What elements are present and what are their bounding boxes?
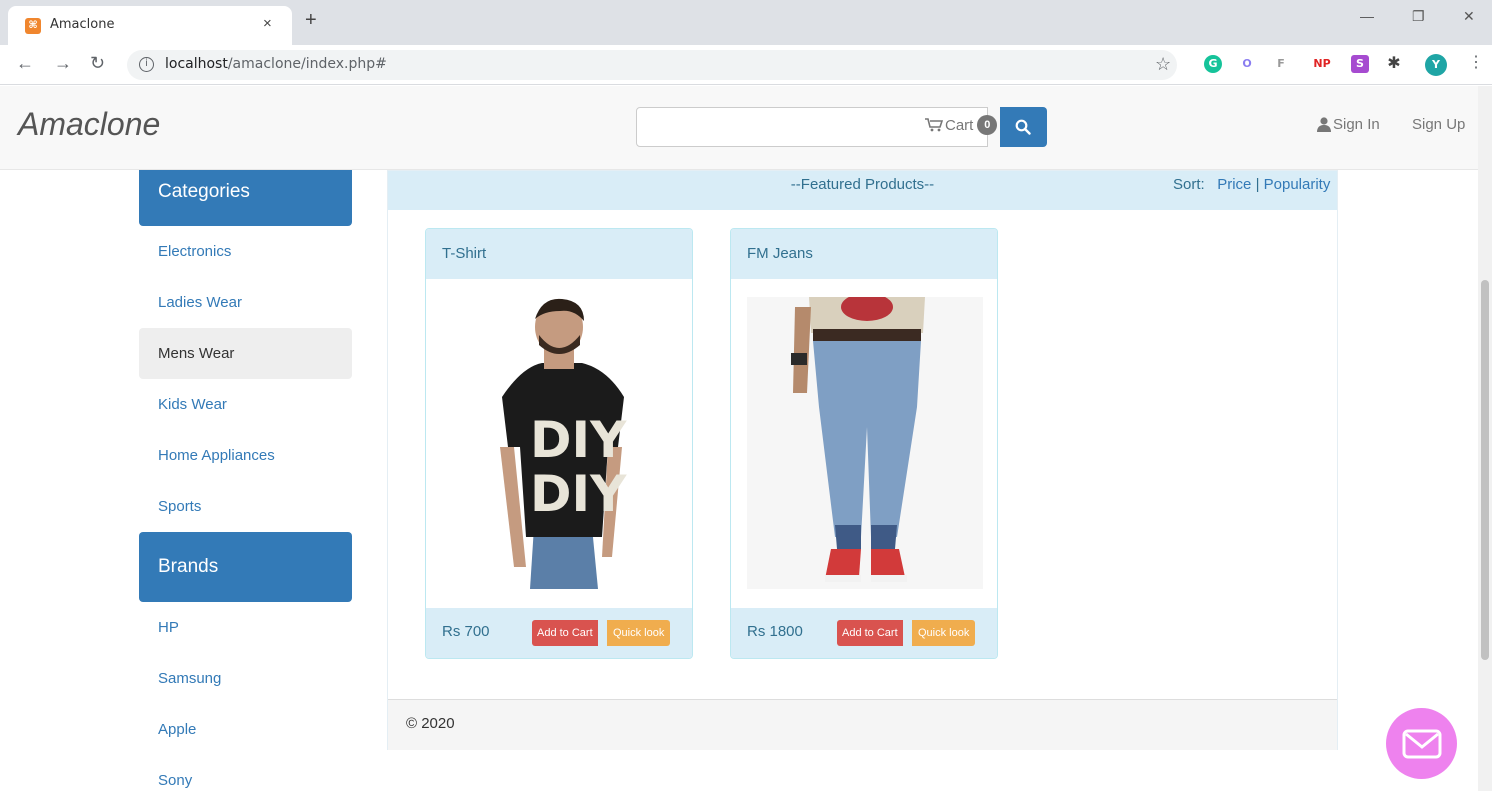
new-tab-button[interactable]: + [305, 10, 317, 30]
brands-header: Brands [139, 532, 352, 602]
product-image-jeans[interactable] [747, 297, 983, 589]
product-name: FM Jeans [731, 229, 997, 279]
sidebar-item-home-appliances[interactable]: Home Appliances [139, 430, 352, 481]
svg-text:DIY: DIY [530, 465, 627, 523]
np-extension-icon[interactable]: NP [1310, 55, 1334, 73]
copyright-text: © 2020 [406, 715, 455, 732]
address-bar[interactable]: i localhost/amaclone/index.php# ☆ [127, 50, 1177, 80]
sidebar-item-apple[interactable]: Apple [139, 704, 352, 755]
product-card: FM Jeans Rs 1800 Add to Cart Quick look [730, 228, 998, 659]
profile-avatar[interactable]: Y [1425, 54, 1447, 76]
product-footer: Rs 700 Add to Cart Quick look [426, 608, 692, 658]
close-tab-icon[interactable]: × [263, 15, 272, 32]
search-icon [1015, 119, 1031, 135]
sort-popularity-link[interactable]: Popularity [1264, 176, 1331, 193]
browser-toolbar: ← → ↻ i localhost/amaclone/index.php# ☆ … [0, 45, 1492, 85]
flag-extension-icon[interactable]: F [1272, 55, 1290, 73]
signin-label: Sign In [1333, 116, 1380, 133]
forward-arrow-icon[interactable]: → [54, 53, 72, 73]
cart-icon [925, 118, 943, 132]
mail-icon [1402, 729, 1442, 759]
info-icon[interactable]: i [139, 57, 154, 72]
url-path: /amaclone/index.php# [227, 56, 387, 72]
product-image-tshirt[interactable]: DIY DIY [442, 297, 678, 589]
categories-header: Categories [139, 170, 352, 226]
panel-footer: © 2020 [388, 699, 1337, 750]
ring-extension-icon[interactable]: O [1238, 55, 1256, 73]
sidebar-item-sports[interactable]: Sports [139, 481, 352, 532]
s-extension-icon[interactable]: S [1351, 55, 1369, 73]
sort-price-link[interactable]: Price [1217, 176, 1251, 193]
product-card: T-Shirt DIY DIY Rs 700 Add to Cart Quick… [425, 228, 693, 659]
sidebar-item-hp[interactable]: HP [139, 602, 352, 653]
product-price: Rs 700 [442, 623, 490, 640]
back-arrow-icon[interactable]: ← [16, 53, 34, 73]
sort-label: Sort: [1173, 176, 1205, 193]
search-button[interactable] [1000, 107, 1047, 147]
add-to-cart-button[interactable]: Add to Cart [837, 620, 903, 646]
close-window-icon[interactable]: ✕ [1463, 8, 1475, 25]
quick-look-button[interactable]: Quick look [912, 620, 976, 646]
bookmark-star-icon[interactable]: ☆ [1155, 54, 1171, 75]
cart-count-badge: 0 [977, 115, 998, 135]
page-scrollbar[interactable] [1478, 86, 1492, 791]
chat-button[interactable] [1386, 708, 1457, 779]
product-price: Rs 1800 [747, 623, 803, 640]
add-to-cart-button[interactable]: Add to Cart [532, 620, 598, 646]
url-host: localhost [165, 56, 228, 72]
svg-text:DIY: DIY [530, 411, 627, 469]
minimize-icon[interactable]: — [1360, 8, 1374, 24]
sort-controls: Sort: Price | Popularity [1173, 176, 1330, 193]
user-icon [1317, 117, 1331, 132]
sidebar: Categories Electronics Ladies Wear Mens … [139, 170, 352, 791]
browser-tab-strip: ⌘ Amaclone × + — ❐ ✕ [0, 0, 1492, 45]
featured-products-panel: --Featured Products-- Sort: Price | Popu… [387, 170, 1338, 750]
quick-look-button[interactable]: Quick look [607, 620, 671, 646]
jeans-model-image [747, 297, 983, 589]
grammarly-extension-icon[interactable]: G [1204, 55, 1222, 73]
sidebar-item-mens-wear[interactable]: Mens Wear [139, 328, 352, 379]
restore-icon[interactable]: ❐ [1412, 8, 1425, 25]
sidebar-item-ladies-wear[interactable]: Ladies Wear [139, 277, 352, 328]
browser-tab[interactable]: ⌘ Amaclone × [8, 6, 292, 45]
url-text[interactable]: localhost/amaclone/index.php# [165, 56, 387, 72]
tshirt-model-image: DIY DIY [442, 297, 678, 589]
sort-separator: | [1255, 176, 1260, 193]
cart-label: Cart [945, 116, 974, 134]
browser-menu-icon[interactable]: ⋮ [1468, 53, 1484, 73]
tab-title: Amaclone [50, 17, 115, 32]
site-favicon-icon: ⌘ [25, 18, 41, 34]
panel-heading: --Featured Products-- Sort: Price | Popu… [388, 171, 1337, 210]
sidebar-item-kids-wear[interactable]: Kids Wear [139, 379, 352, 430]
site-navbar: Amaclone Cart 0 Sign In Sign Up [0, 86, 1478, 170]
sidebar-item-samsung[interactable]: Samsung [139, 653, 352, 704]
site-brand-logo[interactable]: Amaclone [18, 106, 160, 143]
puzzle-extensions-icon[interactable]: ✱ [1385, 54, 1403, 72]
scrollbar-thumb[interactable] [1481, 280, 1489, 660]
product-name: T-Shirt [426, 229, 692, 279]
signup-link[interactable]: Sign Up [1412, 116, 1465, 133]
reload-icon[interactable]: ↻ [90, 53, 105, 73]
sidebar-item-electronics[interactable]: Electronics [139, 226, 352, 277]
signin-link[interactable]: Sign In [1317, 116, 1380, 133]
sidebar-item-sony[interactable]: Sony [139, 755, 352, 791]
product-footer: Rs 1800 Add to Cart Quick look [731, 608, 997, 658]
cart-link[interactable]: Cart 0 [925, 115, 998, 135]
